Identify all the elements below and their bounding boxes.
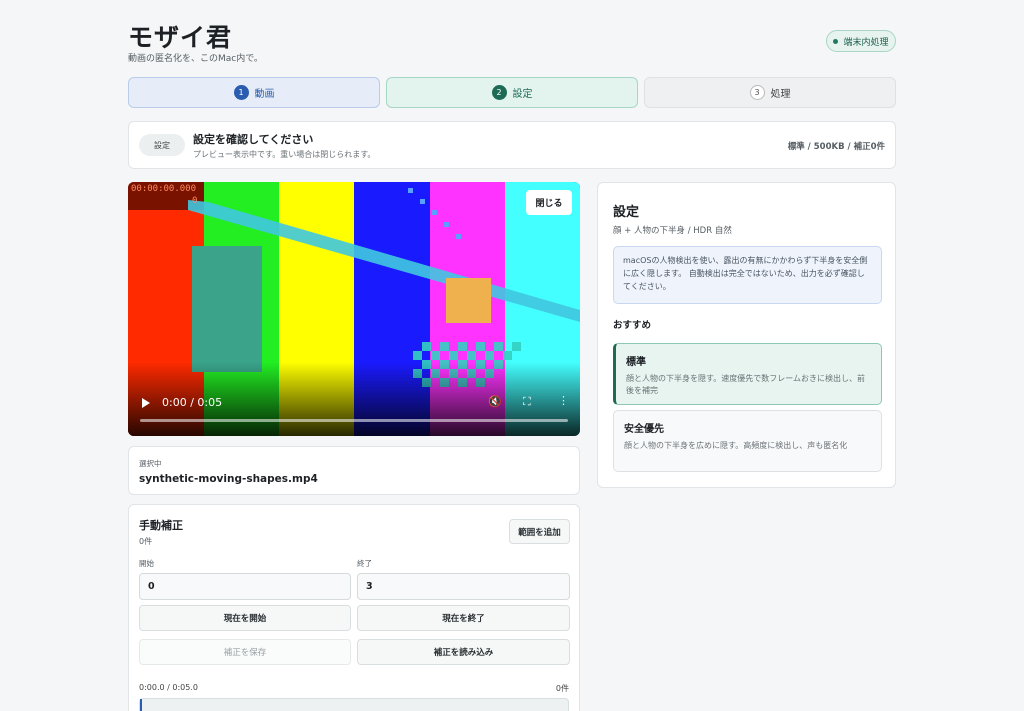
video-frame-number: 0 [192,196,198,206]
more-options-icon[interactable]: ⋮ [558,394,569,407]
play-icon[interactable] [142,398,150,408]
status-title: 設定を確認してください [193,133,314,146]
step-settings[interactable]: 2 設定 [386,77,638,108]
set-end-button[interactable]: 現在を終了 [357,605,570,631]
video-progress-bar[interactable] [140,419,568,422]
local-processing-badge: 端末内処理 [826,30,896,52]
start-label: 開始 [139,559,154,568]
preset-description: 顔と人物の下半身を広めに隠す。高頻度に検出し、声も匿名化 [624,441,848,450]
end-input[interactable]: 3 [357,573,570,600]
manual-title: 手動補正 [139,519,183,532]
selected-filename: synthetic-moving-shapes.mp4 [139,473,318,485]
set-start-button[interactable]: 現在を開始 [139,605,351,631]
settings-info-box: macOSの人物検出を使い、露出の有無にかかわらず下半身を安全側に広く隠します。… [613,246,882,304]
mute-icon[interactable]: 🔇 [488,395,502,408]
settings-subtitle: 顔 + 人物の下半身 / HDR 自然 [613,226,732,236]
status-dot-icon [833,38,839,44]
selected-file-card: 選択中 synthetic-moving-shapes.mp4 [128,446,580,495]
preset-title: 標準 [626,357,646,368]
badge-label: 端末内処理 [843,37,889,48]
selected-label: 選択中 [139,459,162,468]
app-subtitle: 動画の匿名化を、このMac内で。 [128,54,263,64]
app-title: モザイ君 [128,23,233,52]
preset-title: 安全優先 [624,424,664,435]
settings-title: 設定 [613,205,640,220]
recommended-heading: おすすめ [613,320,652,331]
add-range-button[interactable]: 範囲を追加 [509,519,570,544]
save-correction-button[interactable]: 補正を保存 [139,639,351,665]
status-summary: 標準 / 500KB / 補正0件 [787,142,885,152]
start-input[interactable]: 0 [139,573,351,600]
end-label: 終了 [357,559,372,568]
settings-panel: 設定 顔 + 人物の下半身 / HDR 自然 macOSの人物検出を使い、露出の… [597,182,896,488]
status-pill: 設定 [139,134,185,156]
preset-description: 顔と人物の下半身を隠す。速度優先で数フレームおきに検出し、前後を補完 [626,374,865,396]
correction-timeline[interactable] [139,698,569,711]
close-preview-button[interactable]: 閉じる [526,190,572,215]
preset-safety-first[interactable]: 安全優先 顔と人物の下半身を広めに隠す。高頻度に検出し、声も匿名化 [613,410,882,472]
fullscreen-icon[interactable]: ⛶ [523,395,531,409]
video-preview[interactable]: 00:00:00.000 0 閉じる 0:00 / 0:05 🔇 ⛶ ⋮ [128,182,580,436]
step-label: 設定 [512,89,533,100]
status-bar: 設定 設定を確認してください プレビュー表示中です。重い場合は閉じられます。 標… [128,121,896,169]
video-timecode: 00:00:00.000 [131,184,197,194]
timeline-cursor[interactable] [140,699,142,711]
video-time: 0:00 / 0:05 [162,396,223,409]
timeline-count: 0件 [555,684,569,693]
step-number: 3 [749,85,765,100]
step-number: 1 [233,85,249,100]
step-label: 動画 [254,89,275,100]
preset-standard[interactable]: 標準 顔と人物の下半身を隠す。速度優先で数フレームおきに検出し、前後を補完 [613,343,882,405]
manual-count: 0件 [139,537,153,546]
timeline-time: 0:00.0 / 0:05.0 [139,683,198,692]
step-video[interactable]: 1 動画 [128,77,380,108]
status-subtitle: プレビュー表示中です。重い場合は閉じられます。 [193,150,376,159]
step-process[interactable]: 3 処理 [644,77,896,108]
step-label: 処理 [770,89,791,100]
step-number: 2 [491,85,507,100]
load-correction-button[interactable]: 補正を読み込み [357,639,570,665]
manual-correction-panel: 手動補正 0件 範囲を追加 開始 0 終了 3 現在を開始 現在を終了 補正を保… [128,504,580,711]
